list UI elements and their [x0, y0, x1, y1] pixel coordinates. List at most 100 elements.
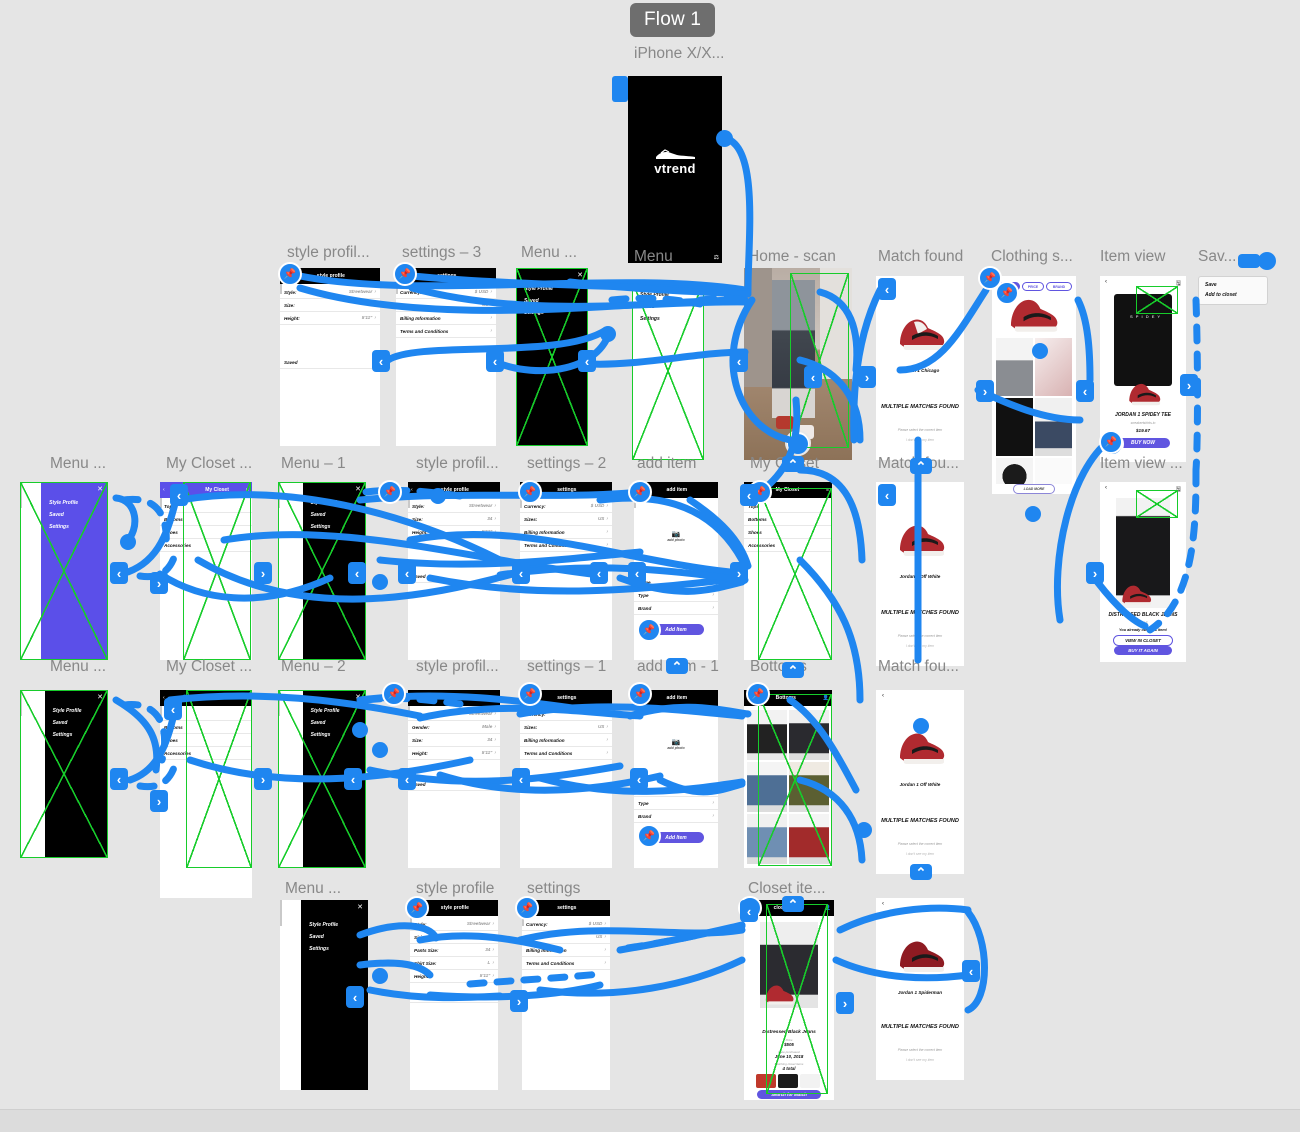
- match-secondary[interactable]: I don't see my item: [876, 852, 964, 856]
- filter-chip-price[interactable]: PRICE: [1022, 282, 1044, 291]
- up-arrow-connector[interactable]: ⌃: [910, 864, 932, 880]
- menu-item-style-profile[interactable]: Style Profile: [309, 922, 338, 928]
- back-arrow-connector[interactable]: ‹: [740, 484, 758, 506]
- back-chevron-icon[interactable]: ‹: [882, 693, 884, 699]
- connector-node[interactable]: [352, 722, 368, 738]
- pin-icon[interactable]: 📌: [518, 682, 542, 706]
- suggestion-tile[interactable]: [996, 398, 1033, 456]
- up-arrow-connector[interactable]: ⌃: [782, 896, 804, 912]
- flow-badge[interactable]: Flow 1: [630, 3, 716, 37]
- back-arrow-connector[interactable]: ‹: [578, 350, 596, 372]
- up-arrow-connector[interactable]: ⌃: [910, 458, 932, 474]
- connector-node[interactable]: [856, 822, 872, 838]
- saved-row[interactable]: Saved›: [410, 990, 498, 1003]
- pin-icon[interactable]: 📌: [405, 896, 429, 920]
- pin-icon[interactable]: 📌: [382, 682, 406, 706]
- menu-item-settings[interactable]: Settings: [309, 946, 329, 952]
- back-arrow-connector[interactable]: ‹: [804, 366, 822, 388]
- frame-settings[interactable]: ‹settings Currency:$ USD› Sizes:US› Bill…: [522, 900, 610, 1090]
- suggestion-tile[interactable]: [1035, 458, 1072, 484]
- pin-icon[interactable]: 📌: [278, 262, 302, 286]
- back-arrow-connector[interactable]: ‹: [590, 562, 608, 584]
- popup-item-save[interactable]: Save: [1205, 281, 1261, 291]
- field-row[interactable]: Type ›: [634, 589, 718, 602]
- connector-node[interactable]: [716, 130, 733, 147]
- saved-popup[interactable]: Save Add to closet: [1198, 276, 1268, 305]
- field-row[interactable]: Name: [634, 576, 718, 589]
- forward-arrow-connector[interactable]: ›: [730, 562, 748, 584]
- add-photo-area[interactable]: 📷 add photo: [667, 738, 684, 750]
- back-arrow-connector[interactable]: ‹: [878, 484, 896, 506]
- pin-icon[interactable]: 📌: [628, 480, 652, 504]
- pin-icon[interactable]: 📌: [746, 682, 770, 706]
- forward-arrow-connector[interactable]: ›: [1180, 374, 1198, 396]
- connector-endcap[interactable]: [1238, 254, 1260, 268]
- suggestion-tile[interactable]: [996, 338, 1033, 396]
- connector-enddot[interactable]: [1258, 252, 1276, 270]
- saved-row[interactable]: Saved›: [408, 570, 500, 583]
- back-arrow-connector[interactable]: ‹: [730, 350, 748, 372]
- pin-icon[interactable]: 📌: [995, 281, 1019, 305]
- pin-icon[interactable]: 📌: [518, 480, 542, 504]
- connector-node[interactable]: [372, 968, 388, 984]
- back-arrow-connector[interactable]: ‹: [348, 562, 366, 584]
- connector-node[interactable]: [600, 326, 616, 342]
- up-arrow-connector[interactable]: ⌃: [782, 662, 804, 678]
- back-arrow-connector[interactable]: ‹: [346, 986, 364, 1008]
- popup-item-add-to-closet[interactable]: Add to closet: [1205, 291, 1261, 301]
- back-arrow-connector[interactable]: ‹: [486, 350, 504, 372]
- forward-arrow-connector[interactable]: ›: [150, 572, 168, 594]
- load-more-button[interactable]: LOAD MORE: [1013, 484, 1055, 494]
- connector-node[interactable]: [1025, 506, 1041, 522]
- pin-icon[interactable]: 📌: [637, 824, 661, 848]
- pin-icon[interactable]: 📌: [393, 262, 417, 286]
- back-arrow-connector[interactable]: ‹: [164, 698, 182, 720]
- frame-splash[interactable]: vtrend ⚖: [628, 76, 722, 263]
- saved-row[interactable]: Saved›: [280, 356, 380, 369]
- frame-match-found[interactable]: ‹ Jordan 1 Chicago MULTIPLE MATCHES FOUN…: [876, 276, 964, 460]
- connector-node[interactable]: [372, 742, 388, 758]
- back-arrow-connector[interactable]: ‹: [512, 562, 530, 584]
- suggestion-tile[interactable]: [1035, 398, 1072, 456]
- pin-icon[interactable]: 📌: [628, 682, 652, 706]
- prototype-canvas[interactable]: Flow 1 iPhone X/X... vtrend ⚖ style prof…: [0, 0, 1300, 1132]
- forward-arrow-connector[interactable]: ›: [254, 562, 272, 584]
- back-arrow-connector[interactable]: ‹: [170, 484, 188, 506]
- back-arrow-connector[interactable]: ‹: [110, 562, 128, 584]
- connector-node[interactable]: [913, 718, 929, 734]
- frame-match-found-4[interactable]: ‹ Jordan 1 Spiderman MULTIPLE MATCHES FO…: [876, 898, 964, 1080]
- frame-style-profile[interactable]: ‹style profile Style:Streetwear› Sizing:…: [410, 900, 498, 1090]
- up-arrow-connector[interactable]: ⌃: [666, 658, 688, 674]
- back-chevron-icon[interactable]: ‹: [882, 901, 884, 907]
- connector-node[interactable]: [1032, 343, 1048, 359]
- pin-icon[interactable]: 📌: [515, 896, 539, 920]
- close-icon[interactable]: ✕: [357, 903, 363, 911]
- forward-arrow-connector[interactable]: ›: [254, 768, 272, 790]
- pin-icon[interactable]: 📌: [378, 480, 402, 504]
- back-arrow-connector[interactable]: ‹: [878, 278, 896, 300]
- frame-settings-1[interactable]: ‹settings Currency:$ USD› Sizes:US› Bill…: [520, 690, 612, 868]
- back-arrow-connector[interactable]: ‹: [1076, 380, 1094, 402]
- field-row[interactable]: Type ›: [634, 797, 718, 810]
- back-chevron-icon[interactable]: ‹: [1105, 485, 1107, 491]
- connector-node[interactable]: [430, 488, 446, 504]
- filter-chip-brand[interactable]: BRAND: [1046, 282, 1072, 291]
- back-arrow-connector[interactable]: ‹: [372, 350, 390, 372]
- pin-icon[interactable]: 📌: [637, 618, 661, 642]
- buy-now-button[interactable]: BUY NOW: [1116, 438, 1170, 448]
- frame-settings-3[interactable]: ‹settings Currency:$ USD› Sizes:US› Bill…: [396, 268, 496, 446]
- back-arrow-connector[interactable]: ‹: [110, 768, 128, 790]
- menu-item-saved[interactable]: Saved: [309, 934, 324, 940]
- back-arrow-connector[interactable]: ‹: [628, 562, 646, 584]
- back-chevron-icon[interactable]: ‹: [1105, 279, 1107, 285]
- pin-icon[interactable]: 📌: [1099, 430, 1123, 454]
- forward-arrow-connector[interactable]: ›: [510, 990, 528, 1012]
- suggestion-tile[interactable]: [996, 458, 1033, 484]
- forward-arrow-connector[interactable]: ›: [858, 366, 876, 388]
- frame-match-found-2[interactable]: ‹ Jordan 1 Off White MULTIPLE MATCHES FO…: [876, 482, 964, 666]
- up-arrow-connector[interactable]: ⌃: [782, 456, 804, 472]
- frame-clothing-suggestions[interactable]: HOT PRICE BRAND LOAD MORE: [992, 276, 1076, 494]
- frame-style-profil-3[interactable]: ‹ style profile Style: Streetwear › Gender:…: [408, 690, 500, 868]
- forward-arrow-connector[interactable]: ›: [150, 790, 168, 812]
- connector-node[interactable]: [372, 574, 388, 590]
